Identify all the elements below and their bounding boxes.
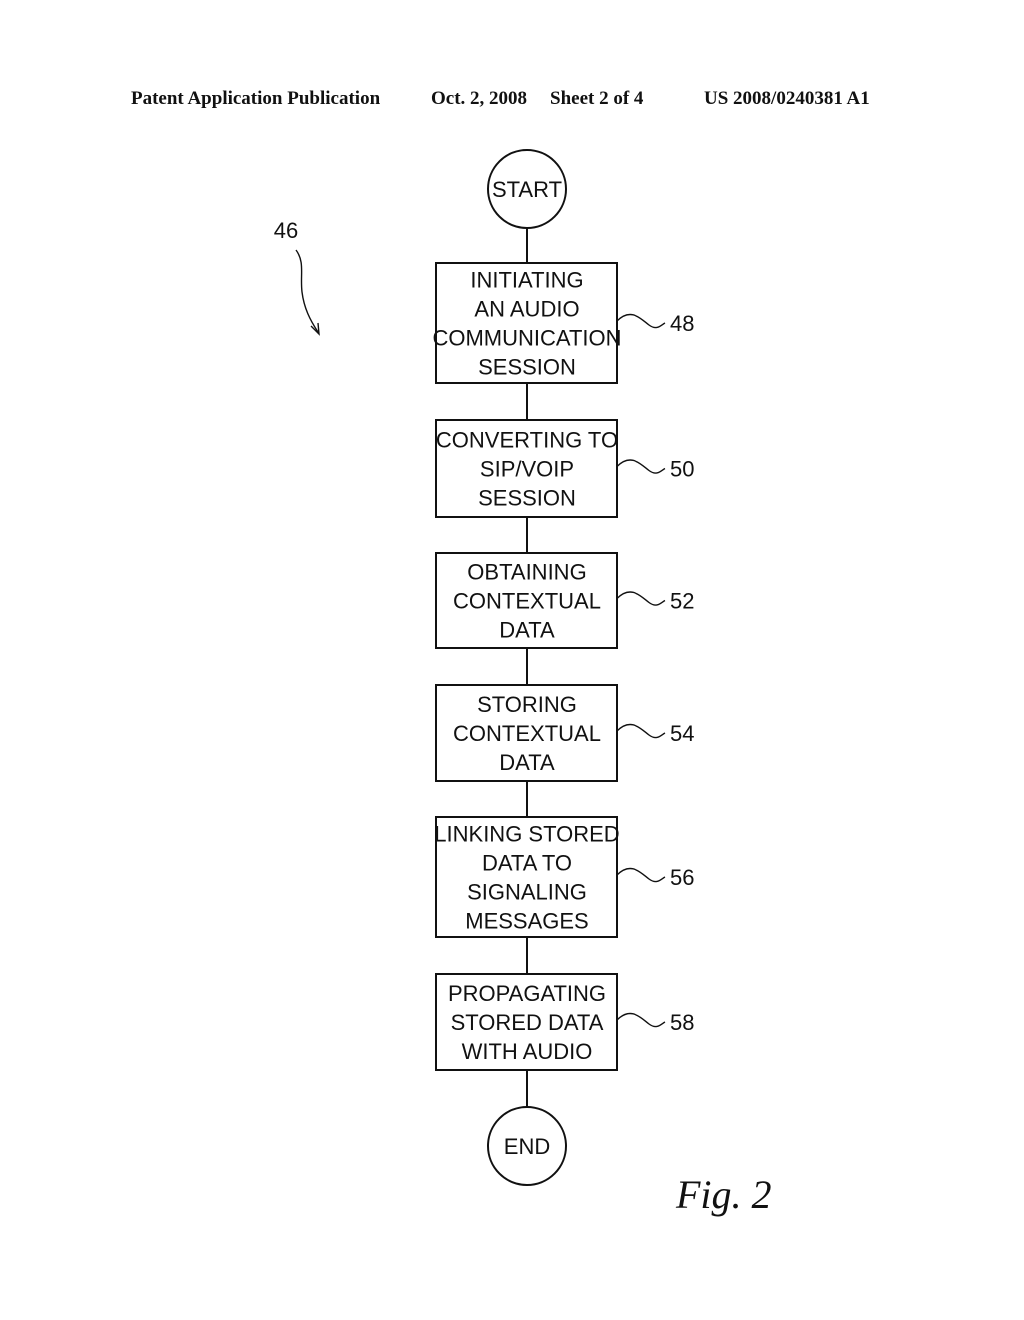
- process-step-text: AN AUDIO: [474, 297, 579, 322]
- process-step: OBTAINING CONTEXTUAL DATA 52: [435, 552, 694, 649]
- process-step-text: SESSION: [478, 355, 576, 380]
- reference-leader-line: [616, 1012, 666, 1028]
- process-step-text: SIGNALING: [467, 880, 587, 905]
- process-step-text: CONTEXTUAL: [453, 721, 601, 746]
- reference-leader-line: [616, 313, 666, 329]
- process-step: PROPAGATING STORED DATA WITH AUDIO 58: [435, 973, 694, 1071]
- process-step-text: SESSION: [478, 486, 576, 511]
- reference-squiggle: [295, 249, 319, 333]
- reference-leader-line: [616, 723, 666, 739]
- start-label: START: [492, 177, 562, 202]
- process-step-text: CONVERTING TO: [436, 428, 618, 453]
- process-step-text: INITIATING: [470, 268, 583, 293]
- figure-reference-number: 46: [274, 218, 298, 243]
- process-step-text: LINKING STORED: [434, 822, 619, 847]
- process-step-text: OBTAINING: [467, 560, 586, 585]
- process-step-text: DATA: [499, 618, 555, 643]
- process-step-text: SIP/VOIP: [480, 457, 574, 482]
- process-step-text: PROPAGATING: [448, 981, 606, 1006]
- process-step: INITIATING AN AUDIO COMMUNICATION SESSION 48: [432, 262, 694, 384]
- flowchart-diagram: START INITIATING AN AUDIO COMMUNICATION SES…: [274, 149, 772, 1217]
- figure-reference: 46: [274, 218, 320, 336]
- figure-label: Fig. 2: [675, 1172, 772, 1217]
- process-step: LINKING STORED DATA TO SIGNALING MESSAGES 56: [434, 816, 694, 938]
- end-label: END: [504, 1134, 550, 1159]
- process-step-text: DATA: [499, 750, 555, 775]
- step-reference-number: 50: [670, 457, 694, 482]
- start-node: START: [487, 149, 567, 229]
- reference-leader-line: [616, 591, 666, 606]
- process-step-text: MESSAGES: [465, 909, 588, 934]
- step-reference-number: 54: [670, 721, 694, 746]
- process-step-text: WITH AUDIO: [462, 1039, 593, 1064]
- step-reference-number: 58: [670, 1010, 694, 1035]
- step-reference-number: 48: [670, 311, 694, 336]
- reference-leader-line: [616, 867, 666, 883]
- process-step-text: STORING: [477, 692, 577, 717]
- process-step: CONVERTING TO SIP/VOIP SESSION 50: [435, 419, 694, 518]
- reference-leader-line: [616, 459, 666, 474]
- end-node: END: [487, 1106, 567, 1186]
- step-reference-number: 56: [670, 865, 694, 890]
- step-reference-number: 52: [670, 589, 694, 614]
- process-step: STORING CONTEXTUAL DATA 54: [435, 684, 694, 782]
- process-step-text: COMMUNICATION: [432, 326, 621, 351]
- process-step-text: STORED DATA: [451, 1010, 604, 1035]
- process-step-text: CONTEXTUAL: [453, 589, 601, 614]
- process-steps: INITIATING AN AUDIO COMMUNICATION SESSION 48…: [432, 262, 694, 1071]
- process-step-text: DATA TO: [482, 851, 572, 876]
